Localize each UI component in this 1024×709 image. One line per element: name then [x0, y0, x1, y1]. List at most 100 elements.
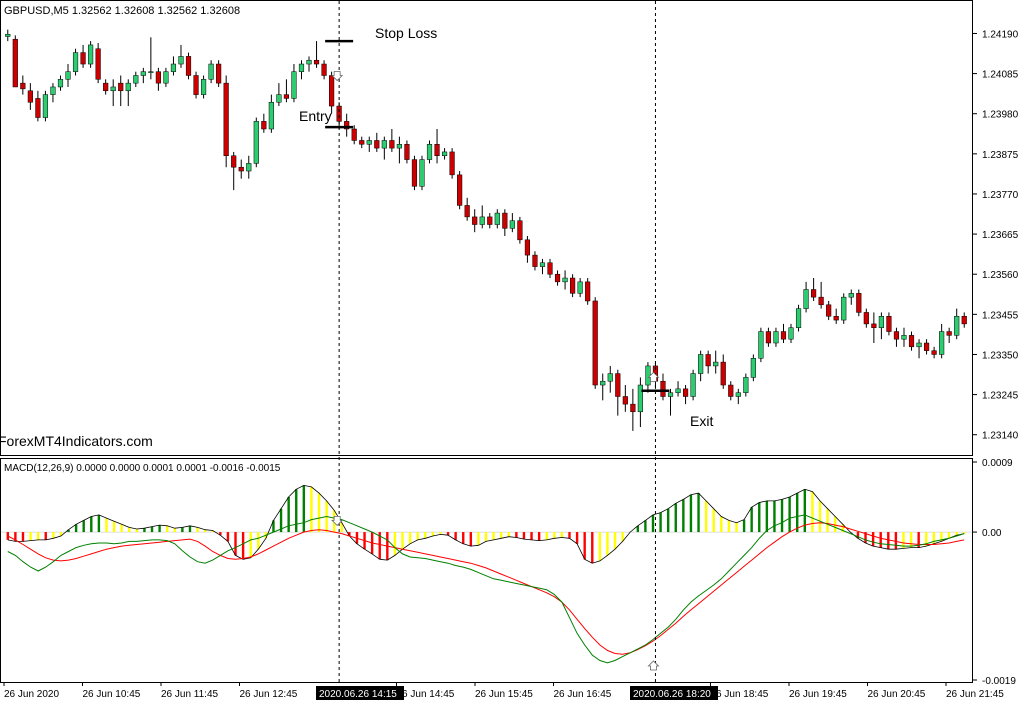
candle-body	[57, 79, 64, 88]
candle-body	[916, 342, 922, 348]
candle-body	[818, 296, 824, 306]
x-tick-label: 26 Jun 12:45	[240, 689, 298, 700]
candle-body	[713, 361, 719, 367]
price-tick-label: 1.23560	[982, 270, 1019, 281]
candle-body	[231, 155, 237, 168]
candle-body	[268, 102, 274, 130]
candle-body	[208, 63, 214, 80]
candle-body	[118, 82, 124, 92]
candle-body	[811, 289, 817, 298]
candle-body	[863, 312, 869, 325]
candle-body	[103, 82, 109, 92]
candle-body	[336, 105, 342, 122]
candle-body	[95, 48, 101, 80]
candle-body	[532, 254, 538, 267]
candle-body	[667, 392, 674, 397]
candle-body	[743, 377, 749, 393]
price-tick-label: 1.23875	[982, 150, 1019, 161]
candle-body	[682, 388, 689, 397]
candle-body	[773, 331, 779, 344]
candle-body	[50, 86, 56, 95]
candle-body	[321, 63, 327, 76]
candle-body	[750, 358, 756, 378]
candle-body	[931, 350, 937, 355]
candle-body	[539, 262, 546, 267]
price-tick-label: 1.23350	[982, 350, 1019, 361]
macd-pane-frame	[0, 458, 973, 683]
candle-body	[238, 166, 244, 172]
candle-body	[554, 273, 561, 283]
candle-body	[366, 140, 372, 145]
candle-body	[765, 331, 772, 344]
candle-body	[298, 63, 305, 72]
candle-body	[607, 373, 613, 382]
mt4-chart-window: 1.24190 1.24085 1.23980 1.23875 1.23770 1.236…	[0, 0, 1024, 704]
price-tick-label: 1.23455	[982, 310, 1019, 321]
x-tick-label: 26 Jun 19:45	[789, 689, 847, 700]
candle-body	[35, 98, 41, 118]
candle-body	[675, 388, 681, 393]
candle-body	[306, 59, 312, 65]
x-tick-label: 26 Jun 10:45	[83, 689, 141, 700]
macd-label: MACD(12,26,9) 0.0000 0.0000 0.0001 0.000…	[4, 463, 281, 474]
candle-body	[200, 79, 207, 95]
chart-svg[interactable]: 1.24190 1.24085 1.23980 1.23875 1.23770 1.236…	[0, 0, 1024, 704]
candle-body	[329, 75, 335, 107]
candle-body	[946, 331, 952, 336]
candle-body	[88, 44, 94, 65]
x-tick-label: 2020.06.26 18:20	[633, 689, 711, 700]
candle-body	[878, 316, 884, 328]
candle-body	[72, 52, 79, 72]
candle-body	[20, 82, 26, 90]
price-tick-label: 1.24085	[982, 70, 1019, 81]
candle-body	[570, 277, 576, 294]
candle-body	[125, 82, 131, 92]
candle-body	[389, 140, 395, 149]
candle-body	[660, 380, 666, 397]
exit-label: Exit	[690, 413, 713, 429]
candle-body	[592, 300, 598, 386]
x-tick-label: 26 Jun 14:45	[397, 689, 455, 700]
candle-body	[133, 75, 139, 84]
x-tick-label: 26 Jun 20:45	[868, 689, 926, 700]
macd-tick-label: -0.0019	[982, 676, 1016, 687]
watermark: ForexMT4Indicators.com	[0, 433, 153, 449]
candle-body	[856, 293, 862, 313]
candle-body	[5, 33, 11, 37]
price-tick-label: 1.24190	[982, 29, 1019, 40]
candle-body	[449, 151, 455, 176]
candle-body	[110, 86, 116, 92]
candle-body	[313, 59, 320, 65]
candle-body	[434, 144, 440, 157]
price-tick-label: 1.23665	[982, 230, 1019, 241]
entry-label: Entry	[299, 108, 332, 124]
candle-body	[411, 159, 418, 187]
candle-body	[441, 151, 448, 157]
candle-body	[871, 323, 877, 328]
candle-body	[615, 373, 621, 397]
price-tick-label: 1.23140	[982, 431, 1019, 442]
candle-body	[788, 327, 794, 340]
candle-body	[479, 216, 485, 225]
candle-body	[728, 384, 734, 397]
candle-body	[622, 396, 628, 405]
candle-body	[833, 316, 839, 321]
x-tick-label: 26 Jun 18:45	[711, 689, 769, 700]
candle-body	[494, 212, 500, 225]
candle-body	[720, 361, 726, 386]
candle-body	[261, 121, 267, 130]
price-pane-frame	[0, 0, 973, 456]
candle-body	[758, 331, 764, 359]
candle-body	[848, 293, 854, 298]
candle-body	[893, 331, 900, 340]
candle-body	[42, 94, 49, 118]
candle-body	[698, 354, 704, 374]
candle-body	[381, 140, 387, 149]
candle-body	[396, 144, 402, 149]
x-tick-label: 2020.06.26 14:15	[319, 689, 397, 700]
macd-tick-label: 0.00	[982, 528, 1002, 539]
candle-body	[577, 281, 583, 294]
candle-body	[923, 342, 930, 351]
candle-body	[901, 335, 907, 340]
candle-body	[585, 281, 591, 302]
